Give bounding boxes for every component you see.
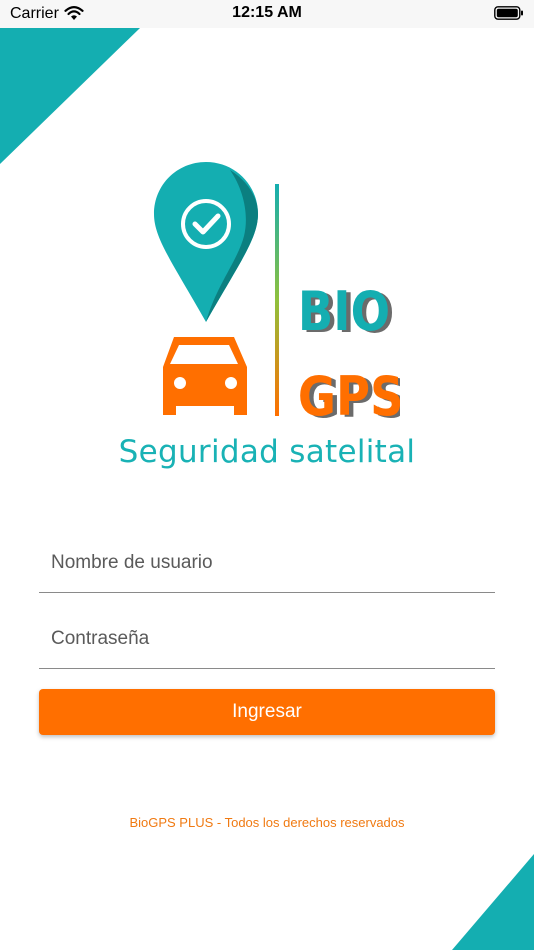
brand-line2: GPS (298, 365, 400, 422)
corner-decoration-bottom (452, 854, 534, 950)
footer-copyright: BioGPS PLUS - Todos los derechos reserva… (129, 815, 405, 830)
status-bar: Carrier 12:15 AM (0, 0, 534, 28)
map-pin-check-icon (154, 162, 258, 322)
logo-divider (275, 184, 279, 416)
car-icon (163, 337, 247, 415)
biogps-logo: BIO BIO GPS GPS (154, 162, 400, 422)
username-input[interactable] (51, 552, 495, 574)
password-input[interactable] (51, 628, 495, 650)
corner-decoration-top (0, 28, 140, 164)
battery-icon (494, 6, 524, 25)
brand-line1: BIO (298, 280, 390, 343)
password-field[interactable] (39, 608, 495, 669)
login-button[interactable]: Ingresar (39, 689, 495, 735)
username-field[interactable] (39, 532, 495, 593)
status-time: 12:15 AM (232, 4, 302, 21)
tagline: Seguridad satelital (118, 434, 416, 470)
